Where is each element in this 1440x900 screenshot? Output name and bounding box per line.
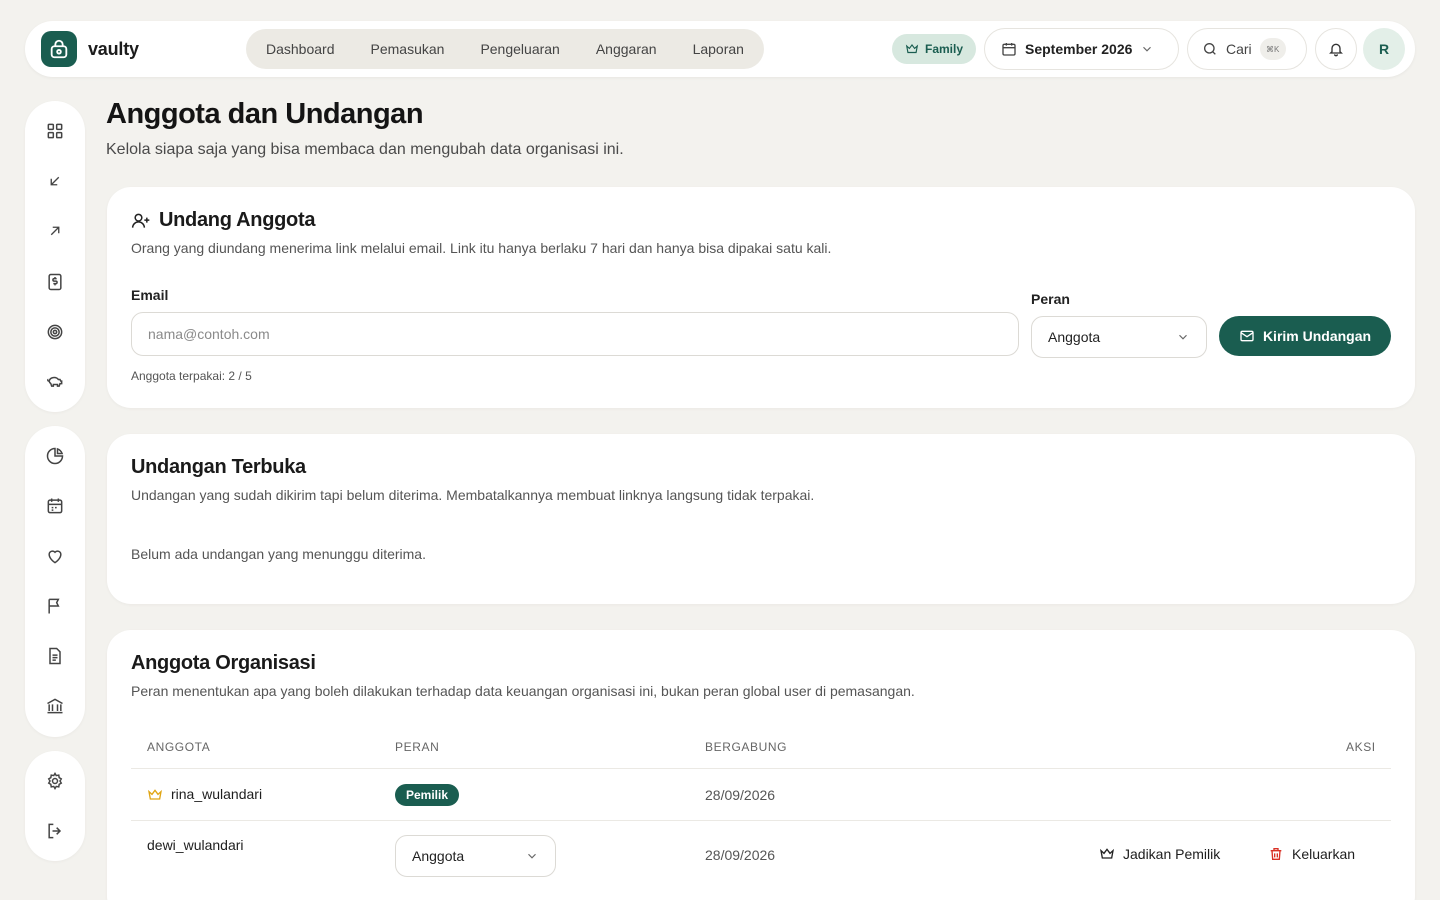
sidebar-item-calendar[interactable] [43,494,67,518]
role-label: Peran [1031,291,1070,307]
members-title: Anggota Organisasi [131,652,316,674]
role-select-value: Anggota [1048,329,1101,345]
receipt-dollar-icon [48,273,62,291]
month-picker-label: September 2026 [1025,41,1133,57]
search-icon [1204,43,1216,55]
members-card: Anggota Organisasi Peran menentukan apa … [107,630,1415,900]
sidebar-item-milestones[interactable] [43,594,67,618]
sidebar-item-documents[interactable] [43,644,67,668]
owner-role-badge: Pemilik [395,784,460,806]
table-divider [131,820,1391,821]
pending-empty-state: Belum ada undangan yang menunggu diterim… [131,546,426,562]
main-nav: Dashboard Pemasukan Pengeluaran Anggaran… [246,29,764,69]
plan-badge-label: Family [924,42,963,56]
gear-icon [47,772,63,790]
document-icon [49,647,61,665]
sidebar-item-goals[interactable] [43,320,67,344]
member-joined-date: 28/09/2026 [705,787,776,803]
sidebar-item-logout[interactable] [43,819,67,843]
plan-badge[interactable]: Family [892,34,976,64]
arrow-up-right-icon [50,226,60,236]
sidebar-item-dashboard[interactable] [43,119,67,143]
column-header-joined: BERGABUNG [705,740,788,754]
mail-icon [1240,330,1254,342]
table-divider [131,768,1391,769]
search-label: Cari [1226,41,1252,57]
trash-icon [1270,848,1282,860]
heart-icon [48,550,62,564]
member-name: dewi_wulandari [147,837,244,853]
pending-invites-card: Undangan Terbuka Undangan yang sudah dik… [107,434,1415,604]
sidebar-item-bank[interactable] [43,694,67,718]
member-name: rina_wulandari [171,786,263,802]
send-invite-button[interactable]: Kirim Undangan [1219,316,1391,356]
brand-name: vaulty [88,39,139,59]
pending-title: Undangan Terbuka [131,456,306,478]
user-plus-icon [131,211,151,231]
role-select[interactable]: Anggota [1031,316,1207,358]
sidebar-group-main [25,101,85,412]
column-header-actions: AKSI [1346,740,1376,754]
sidebar-item-savings[interactable] [43,370,67,394]
sidebar-item-settings[interactable] [43,769,67,793]
chevron-down-icon [1179,334,1187,340]
arrow-down-left-icon [50,176,60,186]
target-icon [47,324,63,340]
email-input[interactable] [131,312,1019,356]
pie-chart-icon [46,447,64,465]
bell-icon [1329,43,1343,57]
notifications-button[interactable] [1315,28,1357,70]
sidebar-item-expense[interactable] [43,219,67,243]
crown-icon [905,43,919,54]
page-subtitle: Kelola siapa saja yang bisa membaca dan … [106,141,624,158]
nav-anggaran[interactable]: Anggaran [578,29,675,69]
bank-icon [47,698,63,714]
top-bar: vaulty Dashboard Pemasukan Pengeluaran A… [25,21,1415,77]
member-quota: Anggota terpakai: 2 / 5 [131,369,252,383]
crown-icon [147,787,163,803]
invite-description: Orang yang diundang menerima link melalu… [131,240,832,256]
flag-icon [48,598,60,614]
user-avatar[interactable]: R [1363,28,1405,70]
piggy-bank-icon [47,376,63,387]
sidebar-item-reports[interactable] [43,444,67,468]
nav-pemasukan[interactable]: Pemasukan [353,29,463,69]
crown-icon [1099,848,1115,859]
search-shortcut: ⌘K [1259,38,1286,60]
lock-bag-icon [50,39,68,59]
member-role-select[interactable]: Anggota [395,835,556,877]
pending-description: Undangan yang sudah dikirim tapi belum d… [131,487,815,503]
make-owner-button[interactable]: Jadikan Pemilik [1099,846,1220,862]
nav-dashboard[interactable]: Dashboard [248,29,353,69]
sidebar-item-budget[interactable] [43,270,67,294]
sidebar-item-income[interactable] [43,169,67,193]
member-role-value: Anggota [412,848,465,864]
logout-icon [48,823,62,839]
members-description: Peran menentukan apa yang boleh dilakuka… [131,683,915,699]
column-header-role: PERAN [395,740,440,754]
remove-member-button[interactable]: Keluarkan [1268,846,1355,862]
email-label: Email [131,287,169,303]
calendar-icon [47,498,63,514]
nav-laporan[interactable]: Laporan [675,29,762,69]
nav-pengeluaran[interactable]: Pengeluaran [462,29,577,69]
invite-card: Undang Anggota Orang yang diundang mener… [107,187,1415,408]
sidebar-group-reports [25,426,85,737]
remove-member-label: Keluarkan [1292,846,1356,862]
vaulty-logo[interactable] [41,31,77,67]
send-invite-label: Kirim Undangan [1262,328,1372,344]
calendar-icon [1002,43,1016,56]
month-picker[interactable]: September 2026 [984,28,1179,70]
page-title: Anggota dan Undangan [106,98,424,130]
chevron-down-icon [528,853,536,859]
sidebar-item-wishlist[interactable] [43,544,67,568]
column-header-member: ANGGOTA [147,740,211,754]
sidebar-group-account [25,751,85,861]
make-owner-label: Jadikan Pemilik [1123,846,1221,862]
invite-title: Undang Anggota [159,209,316,231]
member-joined-date: 28/09/2026 [705,847,776,863]
grid-icon [47,123,63,139]
search-button[interactable]: Cari ⌘K [1187,28,1307,70]
chevron-down-icon [1143,46,1152,52]
